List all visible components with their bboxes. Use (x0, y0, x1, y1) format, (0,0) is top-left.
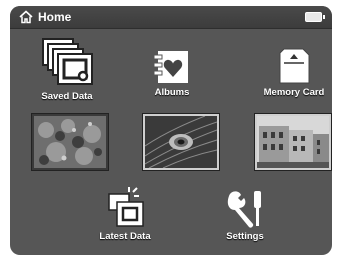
photo-thumbnail-feather[interactable] (143, 114, 219, 170)
settings-label: Settings (226, 231, 264, 242)
latest-data-label: Latest Data (99, 231, 151, 242)
albums-button[interactable]: Albums (142, 48, 202, 98)
albums-label: Albums (154, 87, 190, 98)
memory-card-icon (279, 48, 310, 84)
saved-data-label: Saved Data (41, 91, 93, 102)
battery-icon (305, 12, 325, 22)
title-bar: Home (10, 6, 332, 29)
home-icon (19, 10, 33, 24)
photo-thumbnail-plants[interactable] (32, 114, 108, 170)
photo-buildings (257, 116, 329, 168)
photo-thumbnail-buildings[interactable] (255, 114, 331, 170)
settings-button[interactable]: Settings (210, 188, 280, 242)
memory-card-label: Memory Card (263, 87, 325, 98)
memory-card-button[interactable]: Memory Card (256, 46, 332, 98)
albums-icon (153, 51, 188, 83)
saved-data-icon (42, 38, 93, 85)
saved-data-button[interactable]: Saved Data (32, 36, 102, 102)
latest-data-icon (108, 187, 144, 227)
settings-icon (227, 191, 261, 228)
photo-peacock-feather (145, 116, 217, 168)
viewer-screen: Home Saved Data Albums Memory Card Lates… (10, 6, 332, 255)
page-title: Home (38, 10, 72, 24)
photo-plants (34, 116, 106, 168)
latest-data-button[interactable]: Latest Data (90, 186, 160, 242)
